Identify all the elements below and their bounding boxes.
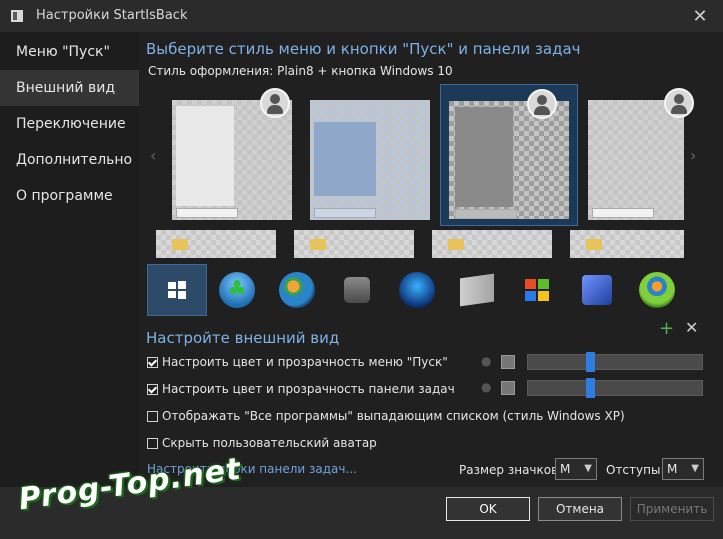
orb-white-flag[interactable] [447,264,507,316]
padding-select[interactable]: M ▼ [662,458,704,480]
menu-color-swatch[interactable] [501,355,515,369]
transparency-drop-icon: ● [481,380,492,394]
add-icon[interactable]: + [659,318,674,339]
option-menu-color-label: Настроить цвет и прозрачность меню "Пуск… [162,355,448,369]
style-thumbnail[interactable] [588,84,694,226]
transparency-drop-icon: ● [481,354,492,368]
chevron-left-icon[interactable]: ‹ [150,146,156,165]
taskbar-style-thumbnail[interactable] [432,230,552,258]
style-section-heading: Выберите стиль меню и кнопки "Пуск" и па… [146,40,581,58]
taskbar-transparency-slider[interactable] [527,378,703,398]
sidebar: Меню "Пуск" Внешний вид Переключение Доп… [0,32,139,487]
style-thumbnail[interactable] [310,84,568,226]
orb-blue-flag[interactable] [567,264,627,316]
padding-label: Отступы: [606,463,665,477]
folder-icon [310,239,326,250]
orb-green[interactable] [627,264,687,316]
avatar-icon [260,88,290,118]
windows8-orb-icon [399,272,435,308]
classic-orb-icon [344,277,370,303]
icon-size-select[interactable]: M ▼ [555,458,597,480]
orb-classic[interactable] [327,264,387,316]
windows-logo-icon [168,281,186,299]
taskbar-style-thumbnail[interactable] [294,230,414,258]
slider-thumb[interactable] [586,352,595,372]
checkbox-hide-avatar[interactable] [147,437,158,449]
window-title: Настройки StartIsBack [36,8,188,23]
xp-flag-icon [525,279,549,301]
option-xp-all-programs-label: Отображать "Все программы" выпадающим сп… [162,409,625,423]
app-icon [11,10,23,22]
title-bar: Настройки StartIsBack ✕ [0,0,723,32]
slider-thumb[interactable] [586,378,595,398]
apply-button[interactable]: Применить [630,497,714,521]
clover-orb-icon: ♣ [219,272,255,308]
option-menu-color[interactable]: Настроить цвет и прозрачность меню "Пуск… [147,355,448,369]
orb-windows10[interactable] [147,264,207,316]
orb-clover[interactable]: ♣ [207,264,267,316]
checkbox-taskbar-color[interactable] [147,383,158,395]
chevron-down-icon: ▼ [691,463,699,474]
option-hide-avatar[interactable]: Скрыть пользовательский аватар [147,436,377,450]
close-button[interactable]: ✕ [677,0,723,32]
taskbar-color-swatch[interactable] [501,381,515,395]
option-hide-avatar-label: Скрыть пользовательский аватар [162,436,377,450]
icon-size-label: Размер значков: [459,463,563,477]
option-taskbar-color-label: Настроить цвет и прозрачность панели зад… [162,382,455,396]
sidebar-item-start-menu[interactable]: Меню "Пуск" [0,34,139,70]
icon-size-value: M [560,462,571,476]
taskbar-styles [156,230,690,260]
checkbox-menu-color[interactable] [147,356,158,368]
close-icon: ✕ [692,5,708,27]
orb-windows8[interactable] [387,264,447,316]
sidebar-item-switching[interactable]: Переключение [0,106,139,142]
orb-xp-flag[interactable] [507,264,567,316]
settings-window: Настройки StartIsBack ✕ Меню "Пуск" Внеш… [0,0,723,539]
cancel-button[interactable]: Отмена [538,497,622,521]
menu-transparency-slider[interactable] [527,352,703,372]
style-gallery: ‹ › [150,84,696,260]
chevron-down-icon: ▼ [584,463,592,474]
start-button-gallery: ♣ [147,264,687,316]
option-taskbar-color[interactable]: Настроить цвет и прозрачность панели зад… [147,382,455,396]
folder-icon [172,239,188,250]
remove-icon[interactable]: ✕ [685,318,698,337]
current-style-label: Стиль оформления: Plain8 + кнопка Window… [148,64,453,78]
sidebar-item-appearance[interactable]: Внешний вид [0,70,139,106]
folder-icon [448,239,464,250]
style-thumbnail-selected[interactable] [440,84,578,226]
style-thumbnail[interactable] [172,84,292,226]
orb-windows7[interactable] [267,264,327,316]
avatar-icon [527,89,557,119]
taskbar-style-thumbnail[interactable] [570,230,684,258]
chevron-right-icon[interactable]: › [690,146,696,165]
ok-button[interactable]: OK [446,497,530,521]
green-orb-icon [639,272,675,308]
windows7-orb-icon [279,272,315,308]
blue-flag-icon [582,275,612,305]
avatar-icon [664,88,694,118]
taskbar-style-thumbnail[interactable] [156,230,276,258]
appearance-section-heading: Настройте внешний вид [146,329,340,347]
white-flag-icon [460,273,494,307]
checkbox-xp-all-programs[interactable] [147,410,158,422]
option-xp-all-programs[interactable]: Отображать "Все программы" выпадающим сп… [147,409,625,423]
folder-icon [586,239,602,250]
sidebar-item-advanced[interactable]: Дополнительно [0,142,139,178]
padding-value: M [667,462,678,476]
sidebar-item-about[interactable]: О программе [0,178,139,214]
